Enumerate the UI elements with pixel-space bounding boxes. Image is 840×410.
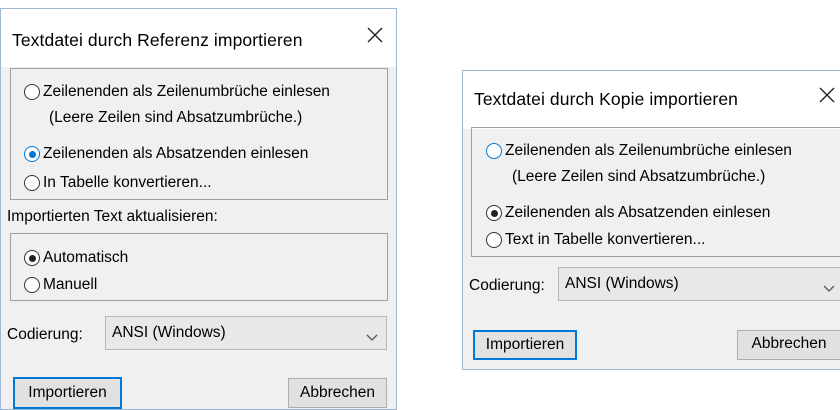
radio-label: Text in Tabelle konvertieren... (505, 231, 706, 248)
hint-text: (Leere Zeilen sind Absatzumbrüche.) (512, 168, 766, 185)
title-bar: Textdatei durch Referenz importieren (1, 9, 396, 67)
radio-circle[interactable] (486, 232, 502, 248)
cancel-button[interactable]: Abbrechen (288, 378, 387, 408)
encoding-select[interactable]: ANSI (Windows) (105, 316, 387, 350)
radio-label: Zeilenenden als Absatzenden einlesen (43, 145, 309, 162)
radio-label: Zeilenenden als Zeilenumbrüche einlesen (43, 83, 330, 100)
radio-circle[interactable] (24, 277, 40, 293)
hint-text: (Leere Zeilen sind Absatzumbrüche.) (49, 109, 303, 126)
dialog-title: Textdatei durch Kopie importieren (474, 89, 738, 109)
import-button-label: Importieren (485, 336, 565, 353)
line-ending-options-group: Zeilenenden als Zeilenumbrüche einlesen … (471, 127, 840, 257)
radio-label: In Tabelle konvertieren... (43, 174, 212, 191)
radio-label: Automatisch (43, 249, 129, 266)
radio-circle[interactable] (486, 143, 502, 159)
dialog-title: Textdatei durch Referenz importieren (12, 30, 303, 50)
chevron-down-icon (366, 329, 378, 347)
update-options-group: Automatisch Manuell (10, 233, 388, 301)
chevron-down-icon (823, 280, 835, 298)
close-icon[interactable] (364, 24, 386, 46)
encoding-select[interactable]: ANSI (Windows) (558, 267, 840, 301)
reference-import-dialog: Textdatei durch Referenz importieren Zei… (0, 8, 397, 410)
radio-label: Zeilenenden als Absatzenden einlesen (505, 204, 771, 221)
encoding-value: ANSI (Windows) (112, 324, 226, 341)
radio-label: Manuell (43, 276, 98, 293)
title-bar: Textdatei durch Kopie importieren (463, 71, 840, 129)
encoding-value: ANSI (Windows) (565, 275, 679, 292)
cancel-button[interactable]: Abbrechen (737, 330, 840, 360)
import-button[interactable]: Importieren (13, 377, 122, 409)
update-section-label: Importierten Text aktualisieren: (7, 208, 218, 225)
copy-import-dialog: Textdatei durch Kopie importieren Zeilen… (462, 70, 840, 370)
import-button[interactable]: Importieren (473, 330, 577, 360)
line-ending-options-group: Zeilenenden als Zeilenumbrüche einlesen … (10, 68, 388, 200)
radio-circle[interactable] (24, 175, 40, 191)
radio-circle-selected[interactable] (24, 146, 40, 162)
cancel-button-label: Abbrechen (751, 335, 827, 352)
close-icon[interactable] (816, 84, 838, 106)
radio-circle-selected[interactable] (486, 205, 502, 221)
encoding-label: Codierung: (469, 277, 545, 294)
import-button-label: Importieren (28, 384, 107, 401)
radio-label: Zeilenenden als Zeilenumbrüche einlesen (505, 142, 792, 159)
cancel-button-label: Abbrechen (300, 384, 375, 401)
radio-circle[interactable] (24, 84, 40, 100)
radio-circle-selected[interactable] (24, 250, 40, 266)
encoding-label: Codierung: (7, 326, 83, 343)
